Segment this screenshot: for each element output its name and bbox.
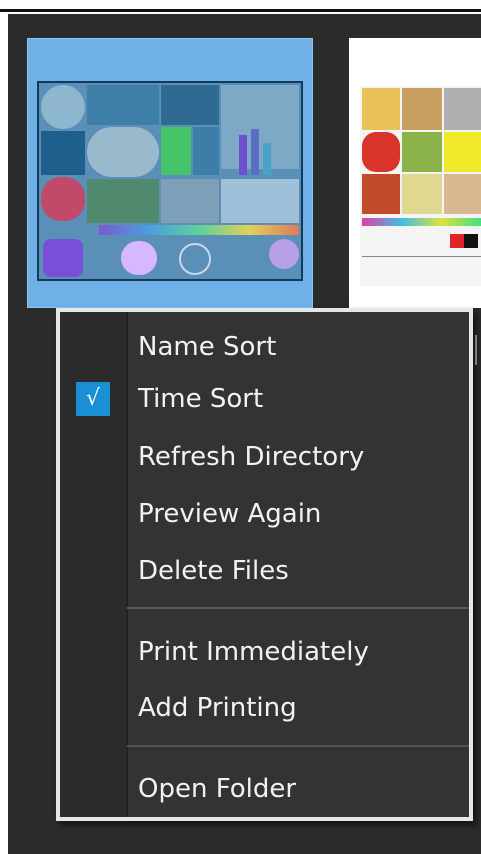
preview-tile <box>41 85 85 129</box>
preview-tile <box>87 179 159 223</box>
menu-item-label: Print Immediately <box>138 637 369 667</box>
preview-tile <box>179 243 211 275</box>
menu-item-open-folder[interactable]: Open Folder <box>60 766 469 812</box>
partial-label-fragment <box>475 335 481 365</box>
checkmark-icon: √ <box>76 382 110 416</box>
menu-separator <box>127 607 469 609</box>
preview-tile <box>263 143 271 175</box>
preview-tile <box>41 177 85 221</box>
preview-tile <box>43 239 83 277</box>
preview-tile <box>444 88 481 130</box>
preview-tile <box>444 132 481 172</box>
file-thumbnail-selected[interactable] <box>27 38 313 308</box>
preview-tile <box>362 174 400 214</box>
menu-item-refresh-directory[interactable]: Refresh Directory <box>60 434 469 480</box>
preview-tile <box>161 179 219 223</box>
top-bar <box>0 0 481 12</box>
preview-tile <box>362 218 481 226</box>
menu-item-label: Delete Files <box>138 556 289 586</box>
menu-item-add-printing[interactable]: Add Printing <box>60 685 469 731</box>
preview-tile <box>41 131 85 175</box>
preview-tile <box>362 132 400 172</box>
menu-item-label: Time Sort <box>138 384 264 414</box>
menu-separator <box>127 745 469 747</box>
preview-tile <box>239 135 247 175</box>
preview-tile <box>221 85 299 169</box>
preview-tile <box>221 179 299 223</box>
preview-tile <box>402 132 442 172</box>
preview-tile <box>193 127 219 175</box>
menu-item-label: Refresh Directory <box>138 442 365 472</box>
file-thumbnail[interactable] <box>349 38 481 308</box>
preview-tile <box>269 239 299 269</box>
thumbnail-preview-image <box>360 86 481 286</box>
menu-item-name-sort[interactable]: Name Sort <box>60 324 469 370</box>
preview-tile <box>251 129 259 175</box>
menu-item-label: Name Sort <box>138 332 277 362</box>
menu-item-label: Add Printing <box>138 693 297 723</box>
preview-tile <box>402 88 442 130</box>
preview-tile <box>99 225 299 235</box>
menu-item-print-immediately[interactable]: Print Immediately <box>60 629 469 675</box>
menu-item-label: Preview Again <box>138 499 322 529</box>
menu-item-delete-files[interactable]: Delete Files <box>60 548 469 594</box>
menu-item-preview-again[interactable]: Preview Again <box>60 491 469 537</box>
preview-tile <box>450 234 464 248</box>
preview-tile <box>121 241 157 275</box>
preview-tile <box>161 85 219 125</box>
menu-item-label: Open Folder <box>138 774 297 804</box>
thumbnail-preview-image <box>37 81 303 281</box>
preview-tile <box>362 256 481 257</box>
preview-tile <box>161 127 191 175</box>
preview-tile <box>87 127 159 177</box>
menu-item-time-sort[interactable]: √ Time Sort <box>60 376 469 422</box>
context-menu: Name Sort √ Time Sort Refresh Directory … <box>56 308 473 821</box>
preview-tile <box>402 174 442 214</box>
preview-tile <box>87 85 159 125</box>
preview-tile <box>362 88 400 130</box>
preview-tile <box>444 174 481 214</box>
preview-tile <box>464 234 478 248</box>
